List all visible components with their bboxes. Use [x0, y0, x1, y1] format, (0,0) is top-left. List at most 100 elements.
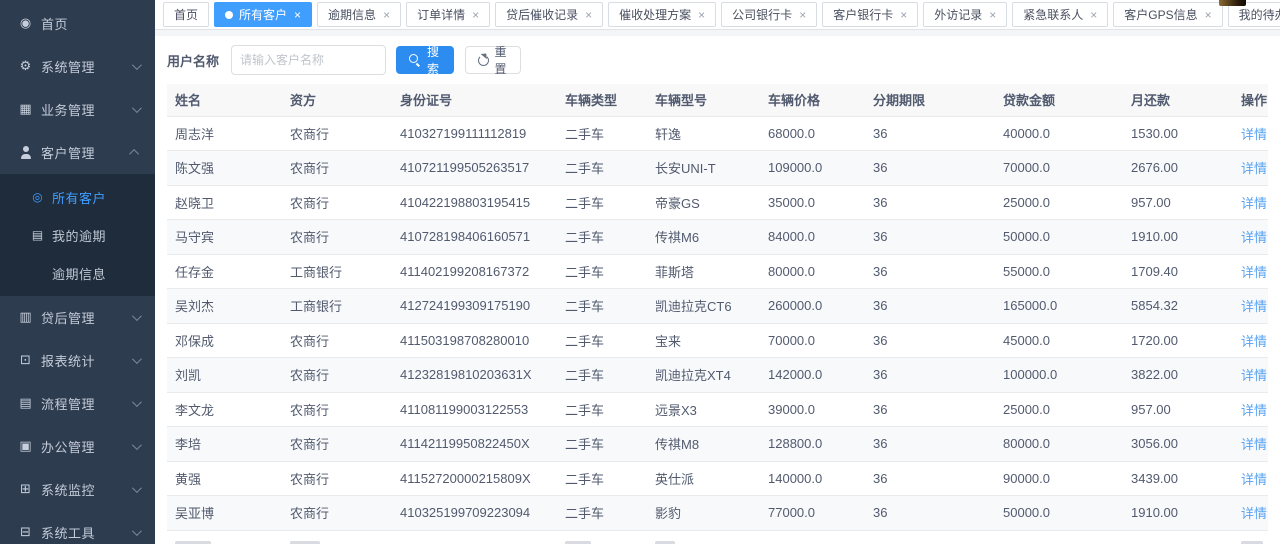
detail-link[interactable]: 详情 — [1241, 196, 1267, 211]
book-icon: ▥ — [18, 310, 33, 325]
cell-loan_amount: 40000.0 — [995, 116, 1123, 151]
table-row: 黄强农商行41152720000215809X二手车英仕派140000.0369… — [167, 461, 1268, 496]
cell-monthly_payment: 3822.00 — [1123, 358, 1233, 393]
table-row: 周志洋农商行410327199111112819二手车轩逸68000.03640… — [167, 116, 1268, 151]
column-header: 分期期限 — [865, 84, 995, 116]
tab-item[interactable]: 贷后催收记录 — [495, 2, 603, 27]
tab-label: 客户银行卡 — [833, 6, 893, 23]
tab-item[interactable]: 订单详情 — [406, 2, 490, 27]
sidebar-item-label: 系统监控 — [41, 480, 95, 499]
sidebar-subitem-label: 逾期信息 — [52, 264, 106, 283]
sidebar-item[interactable]: ▣办公管理 — [0, 425, 155, 468]
detail-link[interactable]: 详情 — [1241, 230, 1267, 245]
sidebar-submenu: ◎所有客户▤我的逾期逾期信息 — [0, 174, 155, 296]
sidebar-item[interactable]: ⊟系统工具 — [0, 511, 155, 544]
close-icon[interactable] — [989, 9, 996, 21]
close-icon[interactable] — [698, 9, 705, 21]
cell-installments: 36 — [865, 116, 995, 151]
tab-item[interactable]: 公司银行卡 — [721, 2, 817, 27]
sidebar-subitem[interactable]: 逾期信息 — [0, 254, 155, 292]
sidebar-item[interactable]: ▤流程管理 — [0, 382, 155, 425]
tab-label: 客户GPS信息 — [1124, 6, 1197, 23]
sidebar-item[interactable]: ◉首页 — [0, 2, 155, 45]
tab-active[interactable]: 所有客户 — [214, 2, 312, 27]
tab-item[interactable]: 紧急联系人 — [1012, 2, 1108, 27]
cell-funder: 农商行 — [282, 323, 392, 358]
detail-link[interactable]: 详情 — [1241, 506, 1267, 521]
tab-item[interactable]: 外访记录 — [923, 2, 1007, 27]
cell-funder: 农商行 — [282, 427, 392, 462]
cell-vehicle_type: 二手车 — [557, 220, 647, 255]
tab-item[interactable]: 逾期信息 — [317, 2, 401, 27]
app-window: ◉首页⚙系统管理▦业务管理客户管理◎所有客户▤我的逾期逾期信息▥贷后管理⊡报表统… — [0, 0, 1280, 544]
cell-funder: 农商行 — [282, 151, 392, 186]
column-header: 身份证号 — [392, 84, 557, 116]
column-header: 姓名 — [167, 84, 282, 116]
sidebar-item[interactable]: ⊞系统监控 — [0, 468, 155, 511]
sidebar-item[interactable]: ⚙系统管理 — [0, 45, 155, 88]
detail-link[interactable]: 详情 — [1241, 127, 1267, 142]
chevron-down-icon — [132, 354, 142, 364]
detail-link[interactable]: 详情 — [1241, 265, 1267, 280]
refresh-icon — [478, 55, 489, 66]
cell-monthly_payment: 1709.40 — [1123, 254, 1233, 289]
table-row: 李培农商行41142119950822450X二手车传祺M8128800.036… — [167, 427, 1268, 462]
table-row: 邓保成农商行411503198708280010二手车宝来70000.03645… — [167, 323, 1268, 358]
cell-installments: 36 — [865, 392, 995, 427]
cell-installments: 36 — [865, 254, 995, 289]
detail-link[interactable]: 详情 — [1241, 161, 1267, 176]
cell-monthly_payment: 3439.00 — [1123, 461, 1233, 496]
close-icon[interactable] — [472, 9, 479, 21]
cell-name: 李培 — [167, 427, 282, 462]
detail-link[interactable]: 详情 — [1241, 437, 1267, 452]
chevron-up-icon — [129, 149, 139, 159]
cell-loan_amount: 45000.0 — [995, 323, 1123, 358]
cell-vehicle_model: 远景X3 — [647, 392, 760, 427]
close-icon[interactable] — [799, 9, 806, 21]
sidebar-item[interactable]: ▥贷后管理 — [0, 296, 155, 339]
tab-item[interactable]: 催收处理方案 — [608, 2, 716, 27]
search-button[interactable]: 搜索 — [396, 46, 454, 74]
detail-link[interactable]: 详情 — [1241, 403, 1267, 418]
tab-label: 首页 — [174, 6, 198, 23]
sidebar-item[interactable]: 客户管理 — [0, 131, 155, 174]
cell-funder: 工商银行 — [282, 254, 392, 289]
sidebar-item[interactable]: ⊡报表统计 — [0, 339, 155, 382]
cell-action: 详情 — [1233, 392, 1268, 427]
cell-id_number: 41152720000215809X — [392, 461, 557, 496]
tab-item[interactable]: 首页 — [163, 2, 209, 27]
sidebar-subitem[interactable]: ▤我的逾期 — [0, 216, 155, 254]
tab-item[interactable]: 客户银行卡 — [822, 2, 918, 27]
detail-link[interactable]: 详情 — [1241, 299, 1267, 314]
cell-vehicle_model: 影豹 — [647, 496, 760, 531]
sidebar-item-label: 流程管理 — [41, 394, 95, 413]
cell-installments: 36 — [865, 358, 995, 393]
cell-loan_amount: 90000.0 — [995, 461, 1123, 496]
detail-link[interactable]: 详情 — [1241, 368, 1267, 383]
close-icon[interactable] — [585, 9, 592, 21]
close-icon[interactable] — [1205, 9, 1212, 21]
close-icon[interactable] — [383, 9, 390, 21]
close-icon[interactable] — [294, 9, 301, 21]
detail-link[interactable]: 详情 — [1241, 334, 1267, 349]
table-row: 刘凯农商行41232819810203631X二手车凯迪拉克XT4142000.… — [167, 358, 1268, 393]
sidebar-item[interactable]: ▦业务管理 — [0, 88, 155, 131]
close-icon[interactable] — [1090, 9, 1097, 21]
cell-loan_amount: 70000.0 — [995, 151, 1123, 186]
table-row: 赵晓卫农商行410422198803195415二手车帝豪GS35000.036… — [167, 185, 1268, 220]
cell-funder: 农商行 — [282, 392, 392, 427]
cell-id_number: 411081199003122553 — [392, 392, 557, 427]
tab-label: 外访记录 — [934, 6, 982, 23]
close-icon[interactable] — [900, 9, 907, 21]
customer-name-input[interactable] — [231, 45, 386, 75]
cell-vehicle_model: 传祺M6 — [647, 220, 760, 255]
chevron-down-icon — [132, 60, 142, 70]
reset-button[interactable]: 重置 — [465, 46, 521, 74]
cell-action: 详情 — [1233, 289, 1268, 324]
cell-id_number: 41142119950822450X — [392, 427, 557, 462]
sidebar-subitem[interactable]: ◎所有客户 — [0, 178, 155, 216]
sidebar-item-label: 办公管理 — [41, 437, 95, 456]
tab-item[interactable]: 客户GPS信息 — [1113, 2, 1222, 27]
cell-id_number: 410325199709223094 — [392, 496, 557, 531]
detail-link[interactable]: 详情 — [1241, 472, 1267, 487]
